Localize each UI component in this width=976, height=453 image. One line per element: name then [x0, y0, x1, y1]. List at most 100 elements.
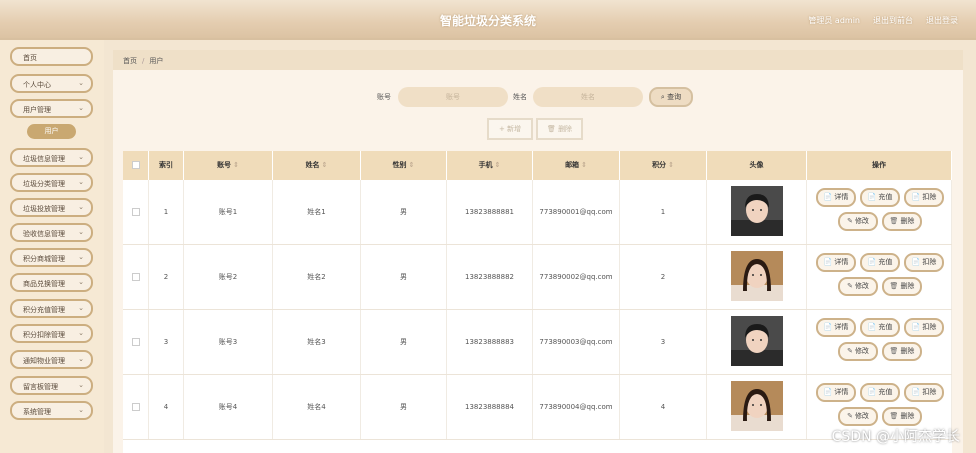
deduct-button[interactable]: 📄 扣除 — [904, 383, 944, 402]
breadcrumb-home[interactable]: 首页 — [123, 57, 137, 65]
sidebar-item[interactable]: 垃圾信息管理 ⌄ — [10, 148, 93, 167]
sidebar-item[interactable]: 用户管理 ⌄ — [10, 99, 93, 118]
sidebar-item[interactable]: 通知物业管理 ⌄ — [10, 350, 93, 369]
cell-points: 1 — [620, 180, 707, 244]
recharge-button-label: 充值 — [878, 323, 893, 331]
delete-button[interactable]: 🗑 删除 — [882, 277, 922, 296]
chevron-down-icon: ⌄ — [78, 278, 84, 286]
row-checkbox[interactable] — [131, 208, 140, 216]
sidebar-item[interactable]: 个人中心 ⌄ — [10, 74, 93, 93]
detail-button[interactable]: 📄 详情 — [816, 318, 856, 337]
sort-icon[interactable]: ⇕ — [322, 161, 328, 169]
edit-button-label: 修改 — [854, 282, 869, 290]
row-checkbox-cell[interactable] — [123, 180, 149, 244]
recharge-button[interactable]: 📄 充值 — [860, 253, 900, 272]
recharge-button[interactable]: 📄 充值 — [860, 188, 900, 207]
recharge-button-label: 充值 — [878, 388, 893, 396]
deduct-button[interactable]: 📄 扣除 — [904, 318, 944, 337]
name-input[interactable]: 姓名 — [533, 87, 643, 107]
sidebar-item[interactable]: 商品兑换管理 ⌄ — [10, 273, 93, 292]
batch-delete-button[interactable]: 🗑 删除 — [536, 118, 583, 140]
edit-icon: ✎ — [847, 217, 853, 225]
sidebar-item[interactable]: 验收信息管理 ⌄ — [10, 223, 93, 242]
sidebar-item-label: 积分扣除管理 — [23, 331, 65, 339]
sidebar-item[interactable]: 留言板管理 ⌄ — [10, 376, 93, 395]
sidebar-item[interactable]: 垃圾分类管理 ⌄ — [10, 173, 93, 192]
chevron-down-icon: ⌄ — [78, 355, 84, 363]
detail-button[interactable]: 📄 详情 — [816, 383, 856, 402]
row-checkbox-cell[interactable] — [123, 375, 149, 439]
query-button-label: 查询 — [667, 93, 682, 101]
sidebar-item[interactable]: 积分扣除管理 ⌄ — [10, 324, 93, 343]
table-row: 3 账号3 姓名3 男 13823888883 773890003@qq.com 3 📄 详情 📄… — [123, 310, 952, 375]
chevron-down-icon: ⌄ — [78, 329, 84, 337]
query-button[interactable]: ⌕ 查询 — [649, 87, 693, 107]
cell-phone: 13823888881 — [447, 180, 533, 244]
batch-delete-label: 删除 — [558, 125, 573, 133]
sidebar-item[interactable]: 积分充值管理 ⌄ — [10, 299, 93, 318]
row-checkbox[interactable] — [131, 338, 140, 346]
account-input[interactable]: 账号 — [398, 87, 508, 107]
delete-button[interactable]: 🗑 删除 — [882, 212, 922, 231]
select-all-checkbox-cell[interactable] — [123, 151, 149, 180]
document-icon: 📄 — [823, 323, 833, 331]
document-icon: 📄 — [867, 388, 877, 396]
sidebar-item-label: 系统管理 — [23, 408, 51, 416]
cell-index: 4 — [149, 375, 184, 439]
row-checkbox[interactable] — [131, 403, 140, 411]
cell-index: 1 — [149, 180, 184, 244]
sort-icon[interactable]: ⇕ — [233, 161, 239, 169]
recharge-button[interactable]: 📄 充值 — [860, 383, 900, 402]
document-icon: 📄 — [823, 193, 833, 201]
add-button[interactable]: + 新增 — [487, 118, 533, 140]
sidebar-item[interactable]: 积分商城管理 ⌄ — [10, 248, 93, 267]
name-label: 姓名 — [513, 93, 527, 101]
deduct-button[interactable]: 📄 扣除 — [904, 253, 944, 272]
sidebar-item[interactable]: 系统管理 ⌄ — [10, 401, 93, 420]
column-header: 操作 — [807, 151, 952, 180]
chevron-down-icon: ⌄ — [78, 304, 84, 312]
row-checkbox[interactable] — [131, 273, 140, 281]
row-checkbox-cell[interactable] — [123, 245, 149, 309]
edit-button[interactable]: ✎ 修改 — [838, 277, 878, 296]
select-all-checkbox[interactable] — [131, 161, 140, 169]
edit-button[interactable]: ✎ 修改 — [838, 212, 878, 231]
sidebar-item[interactable]: 垃圾投放管理 ⌄ — [10, 198, 93, 217]
cell-operations: 📄 详情 📄 充值 📄 扣除 ✎ 修改 🗑 删除 — [807, 310, 952, 374]
edit-button[interactable]: ✎ 修改 — [838, 407, 878, 426]
table-row: 4 账号4 姓名4 男 13823888884 773890004@qq.com 4 📄 详情 📄… — [123, 375, 952, 440]
chevron-down-icon: ⌄ — [78, 406, 84, 414]
sort-icon[interactable]: ⇕ — [581, 161, 587, 169]
delete-button[interactable]: 🗑 删除 — [882, 342, 922, 361]
cell-name: 姓名2 — [273, 245, 361, 309]
cell-gender: 男 — [361, 310, 447, 374]
cell-gender: 男 — [361, 245, 447, 309]
detail-button[interactable]: 📄 详情 — [816, 253, 856, 272]
cell-index: 2 — [149, 245, 184, 309]
female-portrait-avatar — [731, 251, 783, 301]
sort-icon[interactable]: ⇕ — [495, 161, 501, 169]
edit-button[interactable]: ✎ 修改 — [838, 342, 878, 361]
recharge-button[interactable]: 📄 充值 — [860, 318, 900, 337]
column-header-label: 性别 — [392, 161, 407, 169]
column-header: 手机 ⇕ — [447, 151, 533, 180]
cell-avatar — [707, 375, 807, 439]
admin-link[interactable]: 管理员 admin — [808, 15, 860, 26]
column-header: 索引 — [149, 151, 184, 180]
edit-icon: ✎ — [847, 347, 853, 355]
breadcrumb-current: 用户 — [149, 57, 164, 65]
trash-icon: 🗑 — [889, 412, 899, 420]
app-header: 智能垃圾分类系统 管理员 admin 退出到前台 退出登录 — [0, 0, 976, 40]
deduct-button[interactable]: 📄 扣除 — [904, 188, 944, 207]
breadcrumb: 首页 / 用户 — [113, 50, 963, 70]
delete-button[interactable]: 🗑 删除 — [882, 407, 922, 426]
sort-icon[interactable]: ⇕ — [409, 161, 415, 169]
sidebar-item[interactable]: 首页 — [10, 47, 93, 66]
front-link[interactable]: 退出到前台 — [873, 15, 913, 26]
detail-button[interactable]: 📄 详情 — [816, 188, 856, 207]
sort-icon[interactable]: ⇕ — [668, 161, 674, 169]
sidebar-subitem-user[interactable]: 用户 — [27, 124, 76, 139]
logout-link[interactable]: 退出登录 — [926, 15, 958, 26]
row-checkbox-cell[interactable] — [123, 310, 149, 374]
column-header: 邮箱 ⇕ — [533, 151, 620, 180]
